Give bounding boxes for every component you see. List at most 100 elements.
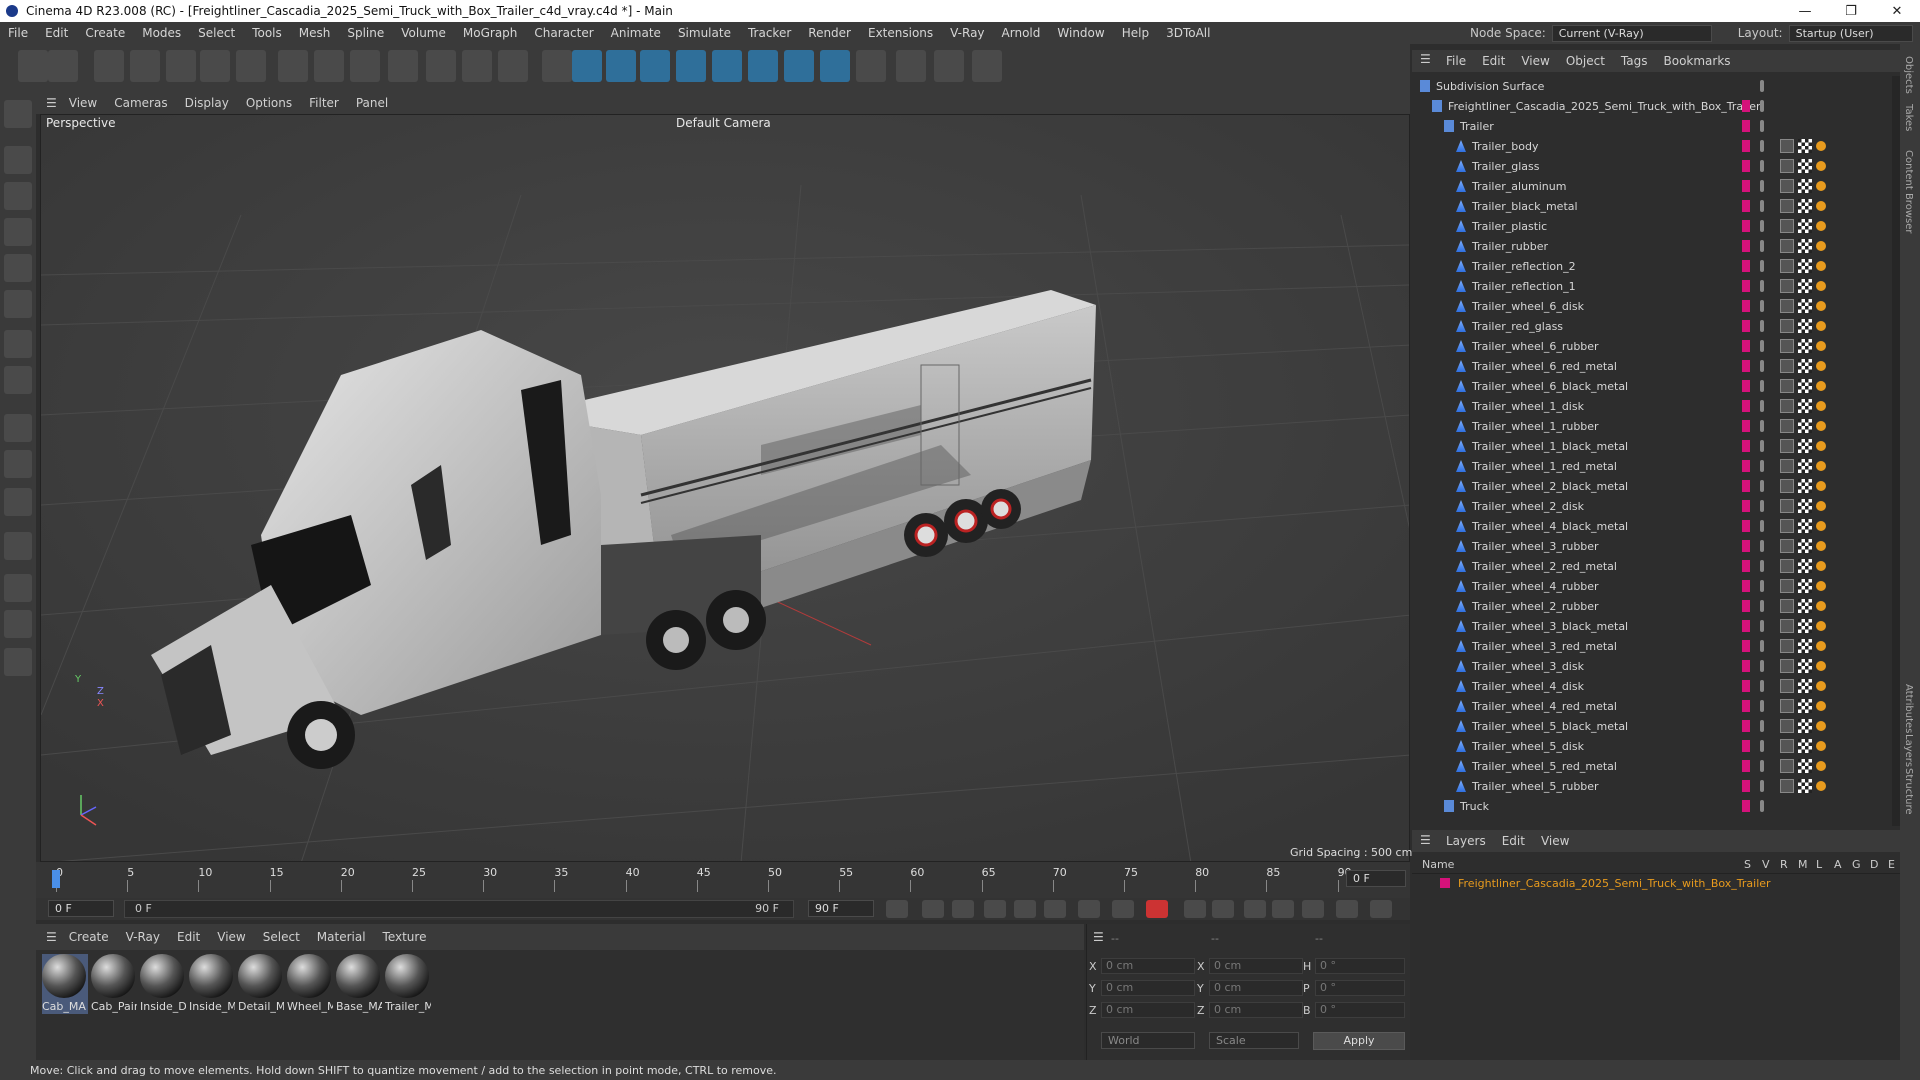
visibility-dots-icon[interactable] <box>1760 480 1764 492</box>
vray-tag-icon[interactable] <box>1780 659 1794 673</box>
phong-tag-icon[interactable] <box>1816 301 1826 311</box>
scale-icon[interactable] <box>166 50 196 82</box>
texture-tag-icon[interactable] <box>1798 419 1812 433</box>
menu-v-ray[interactable]: V-Ray <box>950 26 984 40</box>
next-key-icon[interactable] <box>1044 900 1066 918</box>
object-menu-file[interactable]: File <box>1446 54 1466 68</box>
coord-b-field[interactable]: 0 ° <box>1315 1002 1405 1018</box>
phong-tag-icon[interactable] <box>1816 541 1826 551</box>
visibility-dots-icon[interactable] <box>1760 560 1764 572</box>
texture-tag-icon[interactable] <box>1798 299 1812 313</box>
side-tab-layers[interactable]: Layers <box>1903 734 1914 767</box>
render-view-icon[interactable] <box>498 50 528 82</box>
coord-y-field[interactable]: 0 cm <box>1101 980 1195 996</box>
texture-tag-icon[interactable] <box>1798 719 1812 733</box>
object-row[interactable]: Trailer_wheel_6_black_metal <box>1412 376 1892 396</box>
texture-tag-icon[interactable] <box>1798 659 1812 673</box>
phong-tag-icon[interactable] <box>1816 681 1826 691</box>
cube-icon[interactable] <box>572 50 602 82</box>
texture-tag-icon[interactable] <box>1798 139 1812 153</box>
vray-tag-icon[interactable] <box>1780 539 1794 553</box>
texture-tag-icon[interactable] <box>1798 619 1812 633</box>
camera-icon[interactable] <box>896 50 926 82</box>
phong-tag-icon[interactable] <box>1816 221 1826 231</box>
phong-tag-icon[interactable] <box>1816 661 1826 671</box>
menu-edit[interactable]: Edit <box>45 26 68 40</box>
vray-tag-icon[interactable] <box>1780 419 1794 433</box>
object-row-truck[interactable]: Truck <box>1412 796 1892 816</box>
visibility-dots-icon[interactable] <box>1760 140 1764 152</box>
timeline-icon[interactable] <box>1370 900 1392 918</box>
recent-icon[interactable] <box>236 50 266 82</box>
phong-tag-icon[interactable] <box>1816 401 1826 411</box>
coord-size-z-field[interactable]: 0 cm <box>1209 1002 1303 1018</box>
visibility-dots-icon[interactable] <box>1760 440 1764 452</box>
coord-size-x-field[interactable]: 0 cm <box>1209 958 1303 974</box>
texture-tag-icon[interactable] <box>1798 559 1812 573</box>
layer-color-tag[interactable] <box>1742 220 1750 232</box>
pla-key-icon[interactable] <box>1336 900 1358 918</box>
3d-viewport[interactable]: Y Z X <box>40 114 1410 862</box>
redo-icon[interactable] <box>48 50 78 82</box>
go-start-icon[interactable] <box>886 900 908 918</box>
scale-key-icon[interactable] <box>1244 900 1266 918</box>
phong-tag-icon[interactable] <box>1816 461 1826 471</box>
material-menu-texture[interactable]: Texture <box>383 930 427 944</box>
object-row[interactable]: Trailer_wheel_6_rubber <box>1412 336 1892 356</box>
y-axis-icon[interactable] <box>350 50 380 82</box>
layer-color-tag[interactable] <box>1742 360 1750 372</box>
menu-window[interactable]: Window <box>1057 26 1104 40</box>
move-icon[interactable] <box>130 50 160 82</box>
object-row[interactable]: Trailer_wheel_5_rubber <box>1412 776 1892 796</box>
layer-color-tag[interactable] <box>1742 520 1750 532</box>
layer-color-tag[interactable] <box>1742 660 1750 672</box>
layer-color-tag[interactable] <box>1742 280 1750 292</box>
vray-tag-icon[interactable] <box>1780 579 1794 593</box>
current-frame-field[interactable]: 0 F <box>1346 870 1406 887</box>
maximize-button[interactable]: ❐ <box>1828 0 1874 22</box>
visibility-dots-icon[interactable] <box>1760 420 1764 432</box>
rotation-key-icon[interactable] <box>1272 900 1294 918</box>
object-row[interactable]: Trailer_wheel_4_black_metal <box>1412 516 1892 536</box>
visibility-dots-icon[interactable] <box>1760 320 1764 332</box>
phong-tag-icon[interactable] <box>1816 321 1826 331</box>
object-row[interactable]: Trailer_wheel_1_disk <box>1412 396 1892 416</box>
snap-settings-icon[interactable] <box>4 414 32 442</box>
object-menu-view[interactable]: View <box>1521 54 1549 68</box>
material-menu-select[interactable]: Select <box>263 930 300 944</box>
material-swatch[interactable]: Cab_MA <box>42 954 88 1014</box>
layer-color-tag[interactable] <box>1742 640 1750 652</box>
visibility-dots-icon[interactable] <box>1760 520 1764 532</box>
quantize-icon[interactable] <box>4 450 32 478</box>
visibility-dots-icon[interactable] <box>1760 280 1764 292</box>
object-row[interactable]: Trailer_aluminum <box>1412 176 1892 196</box>
vray-tag-icon[interactable] <box>1780 679 1794 693</box>
menu-character[interactable]: Character <box>534 26 593 40</box>
object-row[interactable]: Trailer_wheel_2_disk <box>1412 496 1892 516</box>
apply-button[interactable]: Apply <box>1313 1032 1405 1050</box>
texture-tag-icon[interactable] <box>1798 699 1812 713</box>
layer-color-tag[interactable] <box>1742 540 1750 552</box>
phong-tag-icon[interactable] <box>1816 561 1826 571</box>
layer-color-tag[interactable] <box>1742 500 1750 512</box>
phong-tag-icon[interactable] <box>1816 381 1826 391</box>
minimize-button[interactable]: — <box>1782 0 1828 22</box>
layer-color-tag[interactable] <box>1742 140 1750 152</box>
vray-tag-icon[interactable] <box>1780 699 1794 713</box>
visibility-dots-icon[interactable] <box>1760 160 1764 172</box>
viewport-menu-display[interactable]: Display <box>185 96 229 110</box>
object-row[interactable]: Trailer_wheel_2_black_metal <box>1412 476 1892 496</box>
vray-tag-icon[interactable] <box>1780 759 1794 773</box>
coordinate-system-icon[interactable] <box>426 50 456 82</box>
layer-color-tag[interactable] <box>1742 740 1750 752</box>
material-menu-v-ray[interactable]: V-Ray <box>126 930 160 944</box>
material-swatch[interactable]: Inside_M <box>189 954 235 1014</box>
object-menu-object[interactable]: Object <box>1566 54 1605 68</box>
menu-volume[interactable]: Volume <box>401 26 446 40</box>
object-row[interactable]: Trailer_wheel_3_black_metal <box>1412 616 1892 636</box>
phong-tag-icon[interactable] <box>1816 581 1826 591</box>
material-menu-view[interactable]: View <box>217 930 245 944</box>
texture-tag-icon[interactable] <box>1798 259 1812 273</box>
material-menu-material[interactable]: Material <box>317 930 366 944</box>
autokey-icon[interactable] <box>1146 900 1168 918</box>
